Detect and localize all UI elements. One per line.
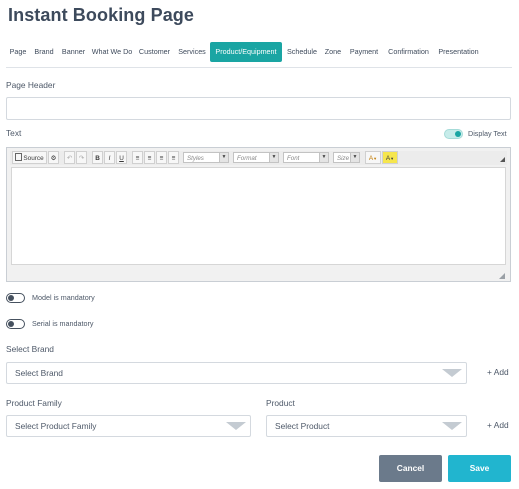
- text-color-button[interactable]: A▼: [365, 151, 381, 164]
- align-right-icon[interactable]: ≡: [156, 151, 167, 164]
- collapse-toolbar-icon[interactable]: [500, 157, 505, 162]
- tab-page[interactable]: Page: [6, 42, 30, 62]
- model-mandatory-label: Model is mandatory: [32, 293, 95, 302]
- align-left-icon[interactable]: ≡: [132, 151, 143, 164]
- toggle-knob: [8, 321, 14, 327]
- serial-mandatory-label: Serial is mandatory: [32, 319, 94, 328]
- cancel-button[interactable]: Cancel: [379, 455, 442, 482]
- tab-services[interactable]: Services: [175, 42, 209, 62]
- bg-color-button[interactable]: A▼: [382, 151, 398, 164]
- tab-divider: [6, 67, 512, 68]
- chevron-down-icon: ▼: [350, 153, 359, 162]
- select-brand-label: Select Brand: [6, 344, 54, 354]
- add-product-link[interactable]: + Add: [487, 420, 509, 430]
- find-icon[interactable]: ⚙: [48, 151, 59, 164]
- tab-zone[interactable]: Zone: [322, 42, 344, 62]
- display-text-toggle[interactable]: [444, 129, 463, 139]
- toggle-knob: [8, 295, 14, 301]
- toggle-knob: [455, 131, 461, 137]
- source-button[interactable]: Source: [12, 151, 47, 164]
- tab-banner[interactable]: Banner: [58, 42, 89, 62]
- redo-icon[interactable]: ↷: [76, 151, 87, 164]
- chevron-down-icon: ▼: [319, 153, 328, 162]
- chevron-down-icon: [226, 422, 246, 430]
- styles-combo-label: Styles: [187, 155, 204, 162]
- product-family-select-value: Select Product Family: [15, 421, 97, 431]
- tab-product-equipment[interactable]: Product/Equipment: [210, 42, 282, 62]
- chevron-down-icon: [442, 369, 462, 377]
- format-combo[interactable]: Format ▼: [233, 152, 279, 163]
- save-button[interactable]: Save: [448, 455, 511, 482]
- chevron-down-icon: ▼: [269, 153, 278, 162]
- styles-combo[interactable]: Styles ▼: [183, 152, 229, 163]
- page-header-input[interactable]: [6, 97, 511, 120]
- product-select[interactable]: Select Product: [266, 415, 467, 437]
- source-label: Source: [23, 155, 44, 162]
- chevron-down-icon: [442, 422, 462, 430]
- chevron-down-icon: ▼: [219, 153, 228, 162]
- tab-what-we-do[interactable]: What We Do: [90, 42, 134, 62]
- chevron-down-icon: ▼: [390, 156, 395, 161]
- format-combo-label: Format: [237, 155, 257, 162]
- display-text-label: Display Text: [468, 129, 507, 138]
- tab-bar: Page Brand Banner What We Do Customer Se…: [6, 42, 512, 62]
- page-title: Instant Booking Page: [8, 5, 195, 25]
- product-label: Product: [266, 398, 295, 408]
- tab-brand[interactable]: Brand: [31, 42, 57, 62]
- editor-toolbar: Source ⚙ ↶ ↷ B I U ≡ ≡ ≡ ≡ Styles ▼ Forma…: [10, 151, 507, 165]
- chevron-down-icon: ▼: [373, 156, 378, 161]
- tab-presentation[interactable]: Presentation: [435, 42, 482, 62]
- size-combo-label: Size: [337, 155, 350, 162]
- resize-handle-icon[interactable]: [499, 273, 505, 279]
- undo-icon[interactable]: ↶: [64, 151, 75, 164]
- size-combo[interactable]: Size ▼: [333, 152, 360, 163]
- add-brand-link[interactable]: + Add: [487, 367, 509, 377]
- align-center-icon[interactable]: ≡: [144, 151, 155, 164]
- font-combo[interactable]: Font ▼: [283, 152, 329, 163]
- font-combo-label: Font: [287, 155, 300, 162]
- italic-button[interactable]: I: [104, 151, 115, 164]
- tab-confirmation[interactable]: Confirmation: [384, 42, 433, 62]
- align-justify-icon[interactable]: ≡: [168, 151, 179, 164]
- bold-button[interactable]: B: [92, 151, 103, 164]
- source-icon: [15, 153, 23, 161]
- underline-button[interactable]: U: [116, 151, 127, 164]
- tab-payment[interactable]: Payment: [346, 42, 382, 62]
- page-header-label: Page Header: [6, 80, 56, 90]
- serial-mandatory-toggle[interactable]: [6, 319, 25, 329]
- tab-customer[interactable]: Customer: [136, 42, 173, 62]
- model-mandatory-toggle[interactable]: [6, 293, 25, 303]
- tab-schedule[interactable]: Schedule: [284, 42, 320, 62]
- product-family-label: Product Family: [6, 398, 62, 408]
- product-family-select[interactable]: Select Product Family: [6, 415, 251, 437]
- brand-select-value: Select Brand: [15, 368, 63, 378]
- text-label: Text: [6, 128, 22, 138]
- editor-content-area[interactable]: [11, 167, 506, 265]
- product-select-value: Select Product: [275, 421, 330, 431]
- brand-select[interactable]: Select Brand: [6, 362, 467, 384]
